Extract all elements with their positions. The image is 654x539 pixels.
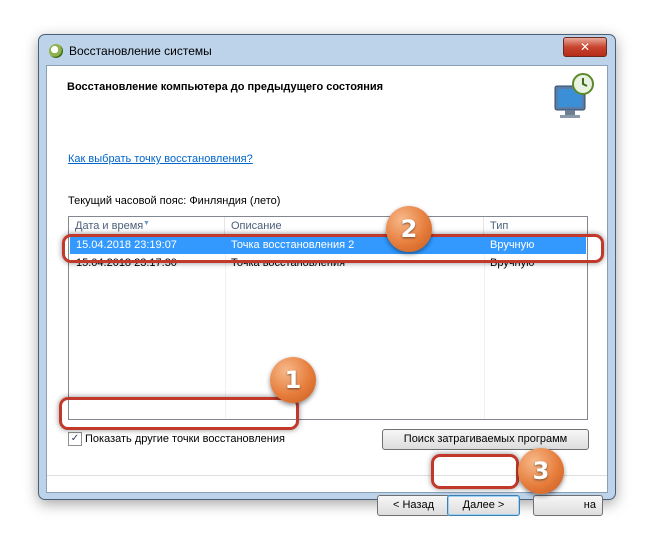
step-badge-2: 2 xyxy=(386,206,432,252)
checkbox-check-icon[interactable]: ✓ xyxy=(68,432,82,447)
highlight-show-more-checkbox xyxy=(59,397,299,430)
step-badge-1: 1 xyxy=(270,357,316,403)
title-bar: Восстановление системы ✕ xyxy=(39,35,615,65)
window-title: Восстановление системы xyxy=(69,44,212,58)
close-button[interactable]: ✕ xyxy=(563,37,607,57)
dialog-body: Как выбрать точку восстановления? Текущи… xyxy=(47,129,607,516)
back-button[interactable]: < Назад xyxy=(377,495,450,516)
show-more-points-label: Показать другие точки восстановления xyxy=(85,433,285,445)
system-restore-icon xyxy=(49,44,63,58)
highlight-selected-row xyxy=(62,234,604,263)
next-button[interactable]: Далее > xyxy=(447,495,520,516)
dialog-header: Восстановление компьютера до предыдущего… xyxy=(47,66,607,130)
sort-indicator-icon: ▼ xyxy=(143,220,150,227)
highlight-next-button xyxy=(431,454,519,489)
system-restore-window: Восстановление системы ✕ Восстановление … xyxy=(38,34,616,516)
timezone-label: Текущий часовой пояс: Финляндия (лето) xyxy=(68,195,281,207)
show-more-points-checkbox[interactable]: ✓ Показать другие точки восстановления xyxy=(68,431,285,447)
page-title: Восстановление компьютера до предыдущего… xyxy=(67,81,384,93)
cancel-button[interactable]: на xyxy=(533,495,603,516)
scan-affected-programs-button[interactable]: Поиск затрагиваемых программ xyxy=(382,429,589,450)
restore-monitor-icon xyxy=(554,73,594,118)
step-badge-3: 3 xyxy=(518,448,564,494)
how-to-choose-link[interactable]: Как выбрать точку восстановления? xyxy=(68,153,253,165)
